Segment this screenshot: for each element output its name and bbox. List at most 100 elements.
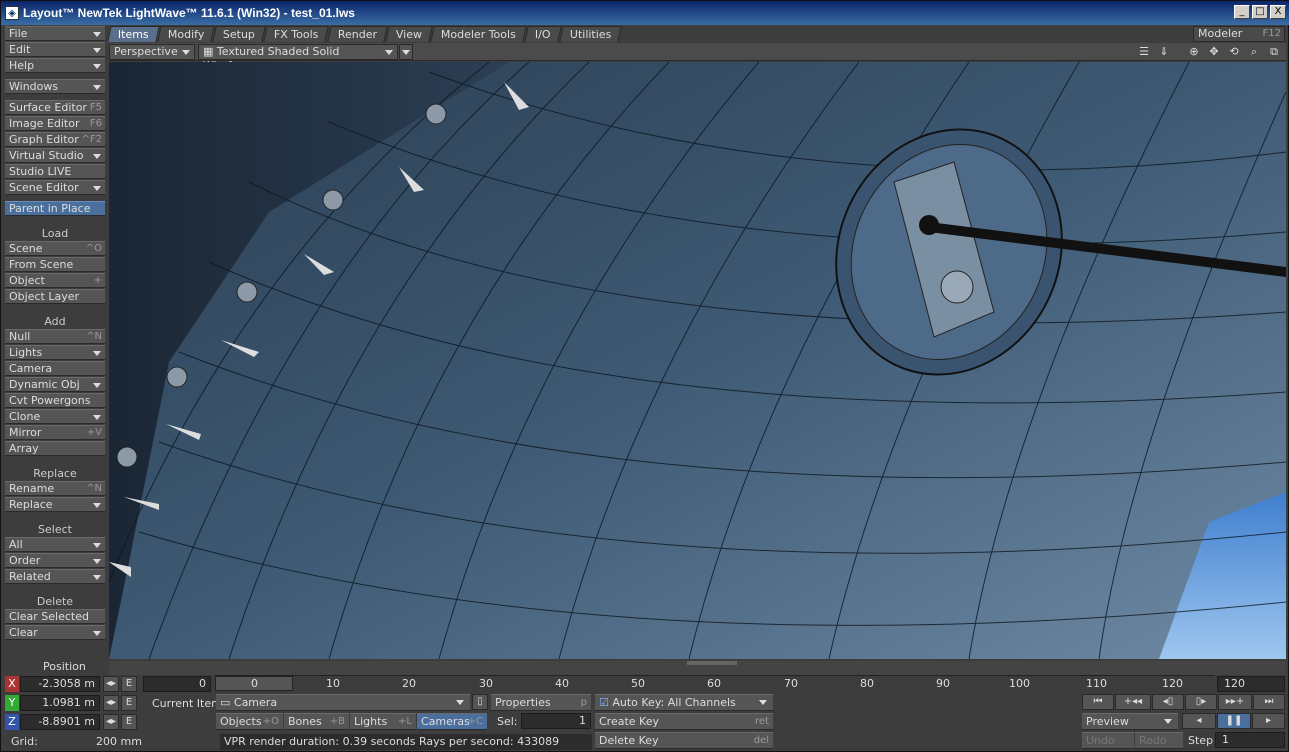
select-order-button[interactable]: Order xyxy=(5,553,105,568)
tab-render[interactable]: Render xyxy=(327,26,388,42)
z-envelope-button[interactable]: E xyxy=(121,714,137,730)
step-field[interactable]: 1 xyxy=(1215,732,1285,748)
menu-edit[interactable]: Edit xyxy=(5,42,105,57)
cvt-powergons-button[interactable]: Cvt Powergons xyxy=(5,393,105,408)
redo-button[interactable]: Redo xyxy=(1135,732,1183,749)
load-object-layer-button[interactable]: Object Layer xyxy=(5,289,105,304)
tick-label: 100 xyxy=(1009,677,1030,690)
tab-modeler-tools[interactable]: Modeler Tools xyxy=(430,26,527,42)
previous-key-icon[interactable]: +◂◂ xyxy=(1115,694,1151,710)
viewport-options-dropdown[interactable] xyxy=(399,44,413,60)
position-x-field[interactable]: -2.3058 m xyxy=(20,676,100,692)
menu-file[interactable]: File xyxy=(5,26,105,41)
chevron-down-icon xyxy=(182,50,190,55)
x-step-icon[interactable]: ◂▸ xyxy=(103,676,119,692)
close-button[interactable]: X xyxy=(1270,5,1286,19)
zoom-view-icon[interactable]: ⌕ xyxy=(1246,45,1262,59)
current-item-value: Camera xyxy=(233,696,278,709)
minimize-button[interactable]: _ xyxy=(1234,5,1250,19)
replace-button[interactable]: Replace xyxy=(5,497,105,512)
3d-viewport[interactable] xyxy=(109,62,1286,659)
start-frame-field[interactable]: 0 xyxy=(143,676,211,692)
preview-select[interactable]: Preview xyxy=(1082,713,1178,730)
bones-button[interactable]: Bones +B xyxy=(284,713,349,730)
load-scene-button[interactable]: Scene ^O xyxy=(5,241,105,256)
add-null-button[interactable]: Null ^N xyxy=(5,329,105,344)
move-view-icon[interactable]: ⊕ xyxy=(1186,45,1202,59)
select-all-button[interactable]: All xyxy=(5,537,105,552)
position-y-field[interactable]: 1.0981 m xyxy=(20,695,100,711)
end-frame-field[interactable]: 120 xyxy=(1217,676,1285,692)
tab-utilities[interactable]: Utilities xyxy=(558,26,622,42)
y-axis-button[interactable]: Y xyxy=(5,695,19,711)
x-envelope-button[interactable]: E xyxy=(121,676,137,692)
tab-setup[interactable]: Setup xyxy=(212,26,266,42)
viewport-download-icon[interactable]: ⇓ xyxy=(1156,45,1172,59)
next-frame-icon[interactable]: ▯▸ xyxy=(1185,694,1217,710)
studio-live-button[interactable]: Studio LIVE xyxy=(5,164,105,179)
z-axis-button[interactable]: Z xyxy=(5,714,19,730)
rename-button[interactable]: Rename ^N xyxy=(5,481,105,496)
clear-selected-button[interactable]: Clear Selected xyxy=(5,609,105,624)
select-related-button[interactable]: Related xyxy=(5,569,105,584)
x-axis-button[interactable]: X xyxy=(5,676,19,692)
current-item-select[interactable]: ▭ Camera xyxy=(216,694,470,711)
menu-windows[interactable]: Windows xyxy=(5,79,105,94)
objects-button[interactable]: Objects +O xyxy=(216,713,283,730)
properties-button[interactable]: Properties p xyxy=(491,694,591,711)
view-mode-select[interactable]: Perspective xyxy=(109,44,195,60)
first-frame-icon[interactable]: ⏮ xyxy=(1082,694,1114,710)
pan-view-icon[interactable]: ✥ xyxy=(1206,45,1222,59)
tab-view[interactable]: View xyxy=(385,26,433,42)
z-step-icon[interactable]: ◂▸ xyxy=(103,714,119,730)
add-lights-button[interactable]: Lights xyxy=(5,345,105,360)
last-frame-icon[interactable]: ⏭ xyxy=(1253,694,1285,710)
parent-in-place-button[interactable]: Parent in Place xyxy=(5,201,105,216)
undo-button[interactable]: Undo xyxy=(1082,732,1134,749)
load-object-button[interactable]: Object + xyxy=(5,273,105,288)
timeline-handle[interactable] xyxy=(687,661,737,665)
load-from-scene-button[interactable]: From Scene xyxy=(5,257,105,272)
add-dynamic-obj-button[interactable]: Dynamic Obj xyxy=(5,377,105,392)
position-z-field[interactable]: -8.8901 m xyxy=(20,714,100,730)
menu-help[interactable]: Help xyxy=(5,58,105,73)
graph-editor-button[interactable]: Graph Editor ^F2 xyxy=(5,132,105,147)
add-camera-button[interactable]: Camera xyxy=(5,361,105,376)
y-envelope-button[interactable]: E xyxy=(121,695,137,711)
image-editor-button[interactable]: Image Editor F6 xyxy=(5,116,105,131)
auto-key-select[interactable]: ☑ Auto Key: All Channels xyxy=(595,694,773,711)
mirror-button[interactable]: Mirror +V xyxy=(5,425,105,440)
item-info-icon[interactable]: ▯ xyxy=(472,694,488,710)
virtual-studio-button[interactable]: Virtual Studio xyxy=(5,148,105,163)
next-key-icon[interactable]: ▸▸+ xyxy=(1218,694,1252,710)
create-key-button[interactable]: Create Key ret xyxy=(595,713,773,730)
pause-icon[interactable]: ❚❚ xyxy=(1217,713,1251,729)
y-step-icon[interactable]: ◂▸ xyxy=(103,695,119,711)
clone-button[interactable]: Clone xyxy=(5,409,105,424)
maximize-viewport-icon[interactable]: ⧉ xyxy=(1266,45,1282,59)
lights-button[interactable]: Lights +L xyxy=(350,713,416,730)
tab-fx-tools[interactable]: FX Tools xyxy=(263,26,330,42)
modeler-button[interactable]: Modeler F12 xyxy=(1193,26,1285,42)
cameras-button[interactable]: Cameras +C xyxy=(417,713,487,730)
viewport-list-icon[interactable]: ☰ xyxy=(1136,45,1152,59)
play-forward-icon[interactable]: ▸ xyxy=(1252,713,1285,729)
app-icon: ◈ xyxy=(5,6,19,20)
surface-editor-button[interactable]: Surface Editor F5 xyxy=(5,100,105,115)
array-button[interactable]: Array xyxy=(5,441,105,456)
tab-modify[interactable]: Modify xyxy=(157,26,215,42)
delete-key-button[interactable]: Delete Key del xyxy=(595,732,773,749)
chevron-down-icon xyxy=(93,415,101,420)
chevron-down-icon xyxy=(93,64,101,69)
tab-items[interactable]: Items xyxy=(107,26,160,42)
maximize-button[interactable]: □ xyxy=(1252,5,1268,19)
clear-button[interactable]: Clear xyxy=(5,625,105,640)
clone-label: Clone xyxy=(9,410,41,423)
rotate-view-icon[interactable]: ⟲ xyxy=(1226,45,1242,59)
previous-frame-icon[interactable]: ◂▯ xyxy=(1152,694,1184,710)
scene-editor-button[interactable]: Scene Editor xyxy=(5,180,105,195)
render-mode-select[interactable]: ▦ Textured Shaded Solid Wireframe xyxy=(198,44,398,72)
application-window: ◈ Layout™ NewTek LightWave™ 11.6.1 (Win3… xyxy=(0,0,1289,752)
play-reverse-icon[interactable]: ◂ xyxy=(1182,713,1216,729)
tab-io[interactable]: I/O xyxy=(524,26,562,42)
